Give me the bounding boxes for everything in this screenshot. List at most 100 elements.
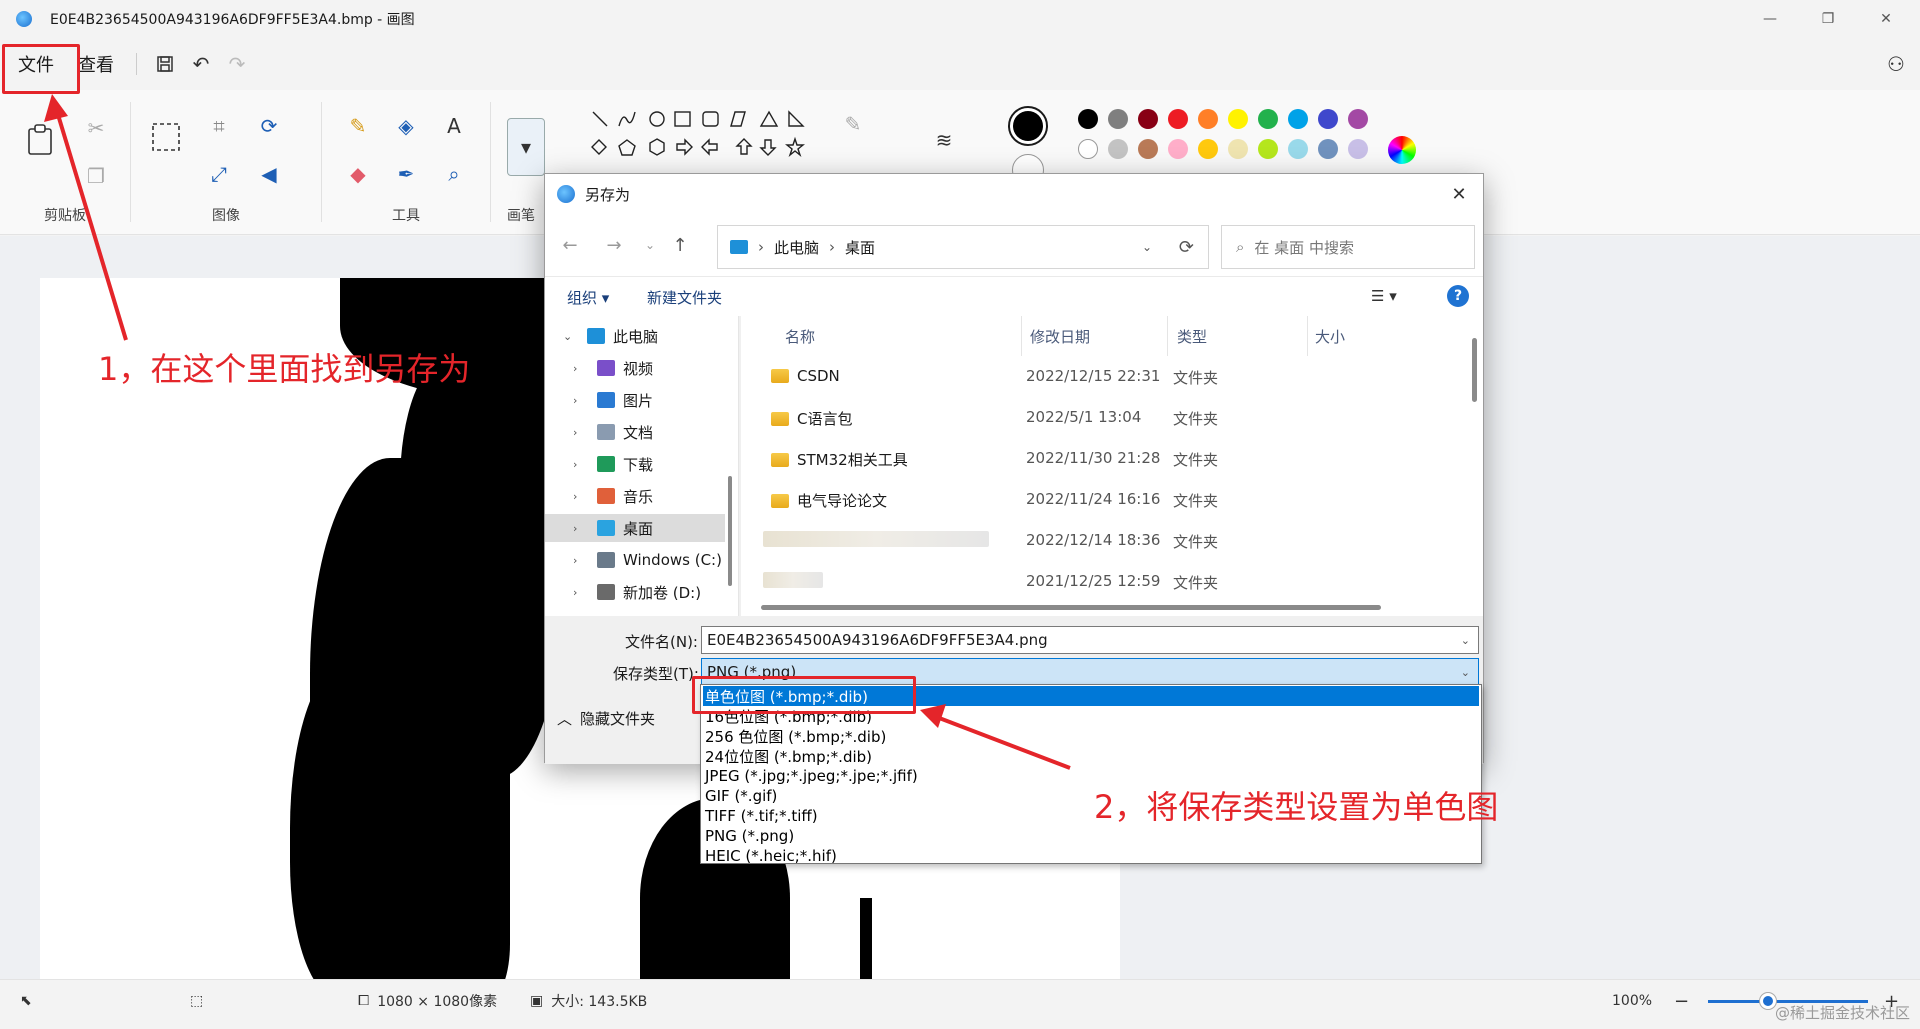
select-icon[interactable] [149, 120, 183, 154]
fill-icon[interactable]: ◈ [390, 110, 422, 142]
color-swatch[interactable] [1228, 109, 1248, 129]
tree-item[interactable]: › 音乐 [545, 482, 725, 510]
zoom-slider-thumb[interactable] [1760, 993, 1776, 1009]
file-row[interactable]: 电气导论论文 2022/11/24 16:16 文件夹 [741, 479, 1441, 520]
crop-icon[interactable]: ⌗ [203, 110, 235, 142]
paste-icon[interactable] [22, 120, 58, 160]
redo-icon[interactable]: ↷ [219, 46, 255, 82]
color-swatch[interactable] [1198, 139, 1218, 159]
dialog-close-icon[interactable]: ✕ [1445, 180, 1473, 208]
tree-item[interactable]: ⌄ 此电脑 [545, 322, 725, 350]
chevron-right-icon[interactable]: › [573, 426, 587, 439]
zoom-level[interactable]: 100% [1612, 980, 1652, 1022]
breadcrumb-desktop[interactable]: 桌面 [845, 237, 875, 258]
tree-item[interactable]: › 下载 [545, 450, 725, 478]
filename-input[interactable]: E0E4B23654500A943196A6DF9FF5E3A4.png ⌄ [701, 626, 1479, 654]
text-icon[interactable]: A [438, 110, 470, 142]
hide-folders-toggle[interactable]: ︿ 隐藏文件夹 [557, 708, 655, 729]
color-swatch[interactable] [1288, 109, 1308, 129]
file-row[interactable]: STM32相关工具 2022/11/30 21:28 文件夹 [741, 438, 1441, 479]
file-row[interactable]: C语言包 2022/5/1 13:04 文件夹 [741, 397, 1441, 438]
filetype-option[interactable]: 256 色位图 (*.bmp;*.dib) [703, 726, 1479, 746]
filetype-dropdown-icon[interactable]: ⌄ [1461, 666, 1470, 679]
magnifier-icon[interactable]: ⌕ [438, 158, 470, 190]
cut-icon[interactable]: ✂ [80, 112, 112, 144]
color-swatch[interactable] [1318, 109, 1338, 129]
color-swatch[interactable] [1078, 139, 1098, 159]
tree-item[interactable]: › 图片 [545, 386, 725, 414]
account-icon[interactable]: ⚇ [1878, 46, 1914, 82]
color-swatch[interactable] [1348, 109, 1368, 129]
column-modified[interactable]: 修改日期 [1030, 316, 1090, 356]
filetype-option[interactable]: PNG (*.png) [703, 826, 1479, 846]
address-dropdown-icon[interactable]: ⌄ [1142, 240, 1152, 254]
chevron-down-icon[interactable]: ⌄ [563, 330, 577, 343]
recent-dropdown-icon[interactable]: ⌄ [637, 232, 663, 258]
color-swatch[interactable] [1288, 139, 1308, 159]
edit-colors-icon[interactable] [1388, 136, 1416, 164]
new-folder-button[interactable]: 新建文件夹 [647, 287, 722, 308]
outline-icon[interactable]: ✎ [837, 108, 869, 140]
chevron-right-icon[interactable]: › [573, 554, 587, 567]
color-swatch[interactable] [1138, 139, 1158, 159]
pencil-icon[interactable]: ✎ [342, 110, 374, 142]
refresh-icon[interactable]: ⟳ [1179, 237, 1194, 258]
color-swatch[interactable] [1108, 139, 1128, 159]
column-size[interactable]: 大小 [1315, 316, 1345, 356]
back-icon[interactable]: ← [557, 232, 583, 258]
column-type[interactable]: 类型 [1177, 316, 1207, 356]
zoom-out-icon[interactable]: − [1674, 980, 1689, 1022]
chevron-right-icon[interactable]: › [573, 458, 587, 471]
file-row[interactable]: 2022/12/14 18:36 文件夹 [741, 520, 1441, 561]
tree-item[interactable]: › 文档 [545, 418, 725, 446]
color-swatch[interactable] [1168, 139, 1188, 159]
file-list-scrollbar[interactable] [1472, 338, 1477, 402]
color-swatch[interactable] [1318, 139, 1338, 159]
chevron-right-icon[interactable]: › [573, 362, 587, 375]
filename-dropdown-icon[interactable]: ⌄ [1461, 634, 1470, 647]
chevron-right-icon[interactable]: › [573, 394, 587, 407]
brush-icon[interactable]: ▾ [507, 118, 545, 176]
up-icon[interactable]: ↑ [667, 232, 693, 258]
organize-button[interactable]: 组织 ▾ [567, 287, 609, 308]
tree-item[interactable]: › 桌面 [545, 514, 725, 542]
file-row[interactable]: 2021/12/25 12:59 文件夹 [741, 561, 1441, 602]
color-swatch[interactable] [1228, 139, 1248, 159]
color-swatch[interactable] [1168, 109, 1188, 129]
filetype-option[interactable]: 24位位图 (*.bmp;*.dib) [703, 746, 1479, 766]
breadcrumb-this-pc[interactable]: 此电脑 [774, 237, 819, 258]
color-swatch[interactable] [1138, 109, 1158, 129]
color-swatch[interactable] [1198, 109, 1218, 129]
line-width-icon[interactable]: ≋ [926, 124, 962, 156]
view-options-icon[interactable]: ☰ ▾ [1371, 287, 1397, 305]
close-button[interactable]: ✕ [1857, 0, 1915, 38]
primary-color[interactable] [1008, 106, 1048, 146]
rotate-icon[interactable]: ⟳ [253, 110, 285, 142]
copy-icon[interactable]: ❐ [80, 160, 112, 192]
chevron-right-icon[interactable]: › [573, 522, 587, 535]
undo-icon[interactable]: ↶ [183, 46, 219, 82]
maximize-button[interactable]: ❐ [1799, 0, 1857, 38]
color-swatch[interactable] [1108, 109, 1128, 129]
chevron-right-icon[interactable]: › [573, 586, 587, 599]
tree-item[interactable]: › Windows (C:) [545, 546, 725, 574]
eraser-icon[interactable]: ◆ [342, 158, 374, 190]
search-box[interactable]: ⌕ 在 桌面 中搜索 [1221, 225, 1475, 269]
minimize-button[interactable]: — [1741, 0, 1799, 38]
color-swatch[interactable] [1078, 109, 1098, 129]
color-swatch[interactable] [1258, 139, 1278, 159]
file-list-hscrollbar[interactable] [761, 605, 1381, 610]
color-swatch[interactable] [1348, 139, 1368, 159]
chevron-right-icon[interactable]: › [573, 490, 587, 503]
save-icon[interactable] [147, 46, 183, 82]
file-row[interactable]: CSDN 2022/12/15 22:31 文件夹 [741, 356, 1441, 397]
tree-item[interactable]: › 新加卷 (D:) [545, 578, 725, 606]
tree-item[interactable]: › 视频 [545, 354, 725, 382]
address-bar[interactable]: › 此电脑 › 桌面 ⌄ ⟳ [717, 225, 1209, 269]
tree-scrollbar[interactable] [728, 476, 732, 586]
color-swatch[interactable] [1258, 109, 1278, 129]
column-name[interactable]: 名称 [785, 316, 815, 356]
color-picker-icon[interactable]: ✒ [390, 158, 422, 190]
filetype-option[interactable]: HEIC (*.heic;*.hif) [703, 846, 1479, 866]
help-icon[interactable]: ? [1447, 285, 1469, 307]
